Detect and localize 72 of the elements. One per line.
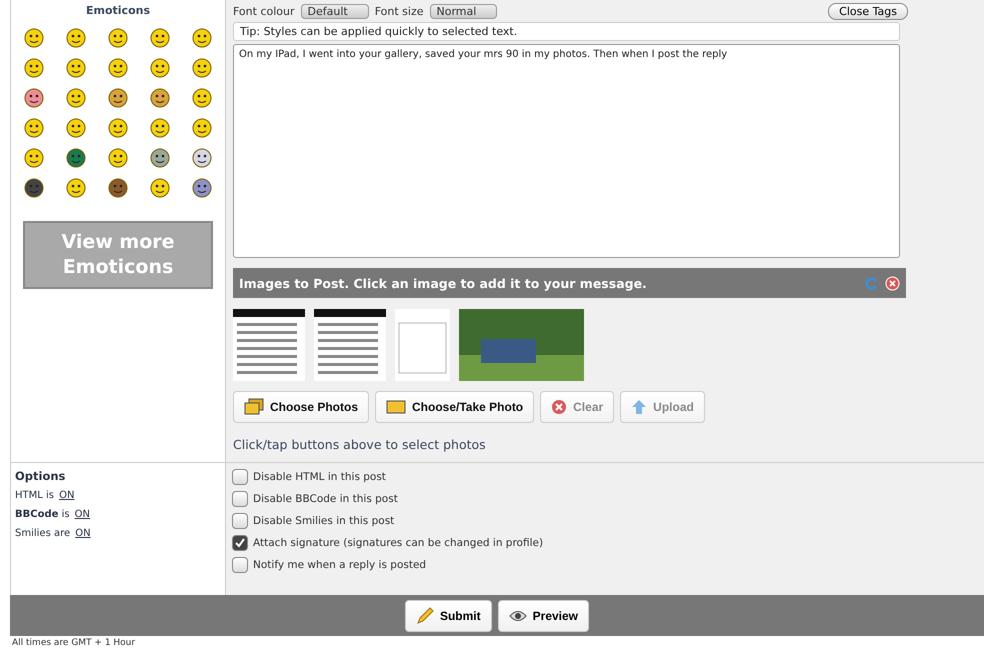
photo-action-button[interactable]: Choose/Take Photo bbox=[375, 391, 534, 423]
close-icon[interactable] bbox=[885, 276, 900, 290]
emoticon-icon[interactable] bbox=[149, 117, 171, 139]
font-colour-select[interactable]: Default bbox=[300, 4, 369, 18]
emoticon-icon[interactable] bbox=[107, 177, 129, 199]
emoticon-icon[interactable] bbox=[149, 27, 171, 49]
action-button[interactable]: Submit bbox=[404, 600, 492, 632]
document-thumbnail[interactable] bbox=[233, 309, 305, 381]
emoticon-icon[interactable] bbox=[149, 177, 171, 199]
font-size-label: Font size bbox=[374, 4, 424, 18]
upload-arrow-icon bbox=[631, 399, 648, 415]
emoticon-icon[interactable] bbox=[107, 57, 129, 79]
setting-label: BBCode is bbox=[15, 509, 70, 520]
emoticon-icon[interactable] bbox=[107, 27, 129, 49]
emoticon-icon[interactable] bbox=[149, 147, 171, 169]
checkbox-label: Disable BBCode in this post bbox=[253, 493, 398, 505]
emoticon-icon[interactable] bbox=[23, 117, 45, 139]
checkbox-label: Disable HTML in this post bbox=[253, 471, 386, 483]
emoticon-icon[interactable] bbox=[107, 147, 129, 169]
photo-action-button[interactable]: Choose Photos bbox=[233, 391, 370, 423]
setting-label: HTML is bbox=[15, 490, 54, 501]
setting-status-link[interactable]: ON bbox=[59, 490, 74, 501]
emoticon-icon[interactable] bbox=[23, 57, 45, 79]
emoticon-icon[interactable] bbox=[149, 87, 171, 109]
setting-label: Smilies are bbox=[15, 528, 70, 539]
emoticon-icon[interactable] bbox=[191, 147, 213, 169]
emoticon-icon[interactable] bbox=[191, 87, 213, 109]
document-thumbnail[interactable] bbox=[314, 309, 386, 381]
checkbox[interactable] bbox=[232, 469, 248, 485]
emoticon-icon[interactable] bbox=[191, 117, 213, 139]
tip-field: Tip: Styles can be applied quickly to selected text. bbox=[233, 22, 900, 41]
timezone-note: All times are GMT + 1 Hour bbox=[12, 638, 136, 648]
emoticon-icon[interactable] bbox=[23, 177, 45, 199]
emoticon-icon[interactable] bbox=[23, 27, 45, 49]
emoticon-icon[interactable] bbox=[191, 57, 213, 79]
checkbox[interactable] bbox=[232, 491, 248, 507]
action-button[interactable]: Preview bbox=[498, 600, 590, 632]
checkbox[interactable] bbox=[232, 557, 248, 573]
emoticon-icon[interactable] bbox=[65, 57, 87, 79]
photos-icon bbox=[244, 398, 264, 416]
font-colour-label: Font colour bbox=[233, 4, 295, 18]
emoticon-icon[interactable] bbox=[65, 117, 87, 139]
options-heading: Options bbox=[15, 469, 66, 483]
emoticon-icon[interactable] bbox=[191, 27, 213, 49]
photo-hint: Click/tap buttons above to select photos bbox=[233, 437, 487, 452]
checkbox-label: Attach signature (signatures can be changed in profile) bbox=[253, 537, 544, 549]
emoticon-icon[interactable] bbox=[65, 27, 87, 49]
setting-status-link[interactable]: ON bbox=[75, 528, 91, 539]
emoticon-icon[interactable] bbox=[23, 147, 45, 169]
eye-icon bbox=[508, 610, 527, 622]
pencil-icon bbox=[416, 606, 434, 624]
photo-icon bbox=[386, 399, 406, 415]
emoticon-icon[interactable] bbox=[65, 87, 87, 109]
emoticon-icon[interactable] bbox=[65, 147, 87, 169]
emoticon-icon[interactable] bbox=[191, 177, 213, 199]
message-textarea[interactable]: On my IPad, I went into your gallery, saved your mrs 90 in my photos. Then when I post the reply bbox=[233, 44, 900, 258]
checkbox[interactable] bbox=[232, 535, 248, 551]
emoticon-icon[interactable] bbox=[149, 57, 171, 79]
emoticon-icon[interactable] bbox=[23, 87, 45, 109]
close-tags-button[interactable]: Close Tags bbox=[828, 2, 908, 20]
emoticons-heading: Emoticons bbox=[86, 4, 150, 17]
checkbox[interactable] bbox=[232, 513, 248, 529]
setting-status-link[interactable]: ON bbox=[74, 509, 90, 520]
emoticon-icon[interactable] bbox=[65, 177, 87, 199]
clear-icon bbox=[551, 399, 568, 415]
document-thumbnail[interactable] bbox=[395, 309, 450, 381]
emoticon-icon[interactable] bbox=[107, 117, 129, 139]
images-panel-title: Images to Post. Click an image to add it to your message. bbox=[239, 276, 648, 290]
emoticon-icon[interactable] bbox=[107, 87, 129, 109]
checkbox-label: Notify me when a reply is posted bbox=[253, 559, 426, 571]
checkbox-label: Disable Smilies in this post bbox=[253, 515, 394, 527]
font-size-select[interactable]: Normal bbox=[430, 4, 498, 18]
